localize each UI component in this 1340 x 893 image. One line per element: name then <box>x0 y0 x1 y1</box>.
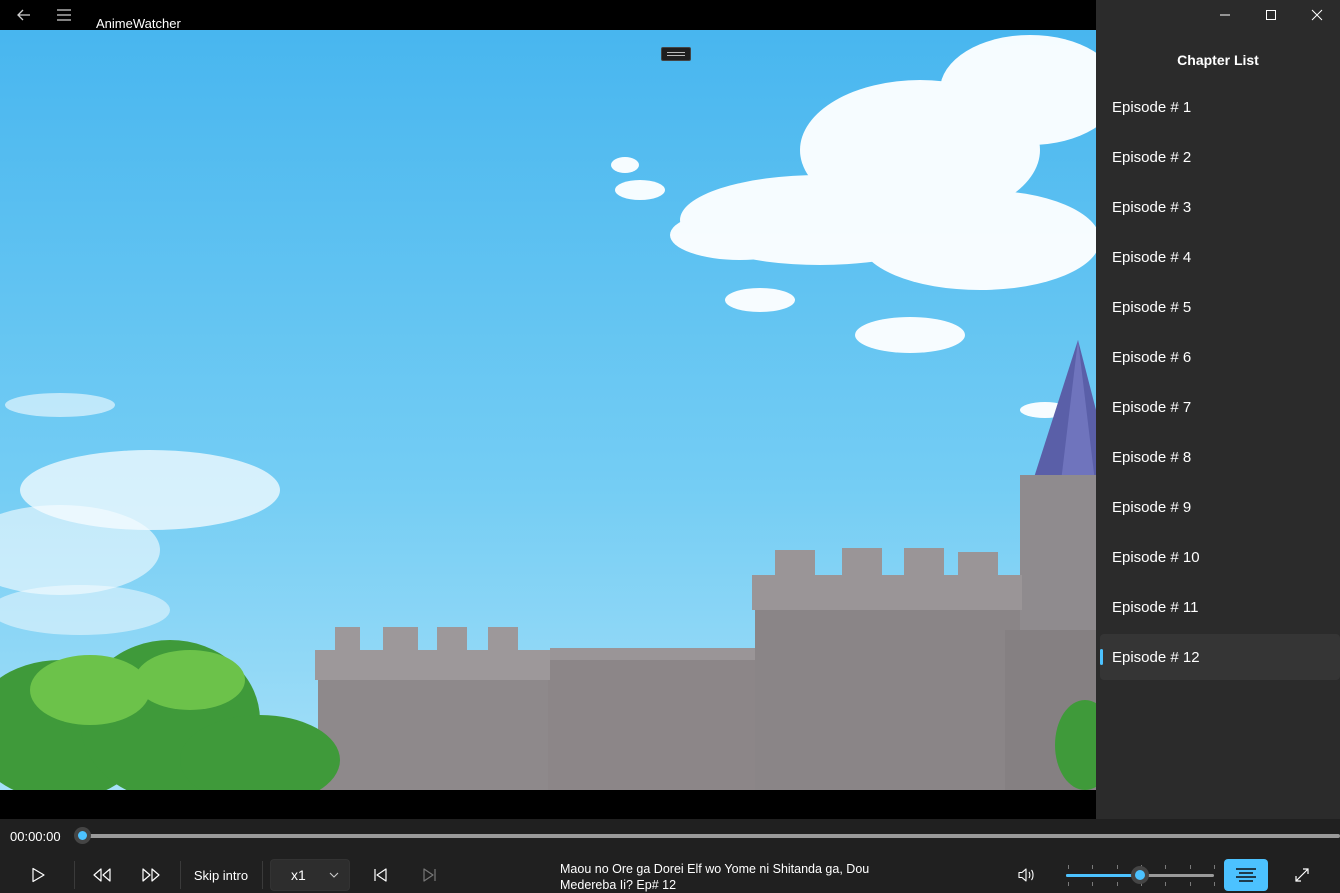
video-frame-image <box>0 30 1096 790</box>
seek-thumb[interactable] <box>74 827 91 844</box>
volume-tick <box>1068 882 1069 886</box>
app-title: AnimeWatcher <box>96 16 181 31</box>
drag-handle[interactable] <box>661 47 691 61</box>
skip-previous-icon <box>374 868 387 882</box>
chapter-list-panel: Chapter List Episode # 1 Episode # 2 Episo… <box>1096 0 1340 819</box>
now-playing-line-2: Medereba Ii? Ep# 12 <box>560 878 677 892</box>
current-time: 00:00:00 <box>10 829 61 844</box>
minimize-button[interactable] <box>1202 0 1248 30</box>
now-playing-line-1: Maou no Ore ga Dorei Elf wo Yome ni Shit… <box>560 862 870 876</box>
fast-forward-button[interactable] <box>133 857 169 893</box>
separator <box>74 861 75 889</box>
volume-tick <box>1116 882 1118 886</box>
volume-tick <box>1189 882 1191 886</box>
maximize-icon <box>1266 10 1276 20</box>
episode-item[interactable]: Episode # 11 <box>1100 584 1340 630</box>
episode-item[interactable]: Episode # 5 <box>1100 284 1340 330</box>
chapter-list-toggle-button[interactable] <box>1224 859 1268 891</box>
episode-item[interactable]: Episode # 8 <box>1100 434 1340 480</box>
play-button[interactable] <box>20 857 56 893</box>
minimize-icon <box>1220 14 1230 16</box>
volume-fill <box>1066 874 1140 877</box>
volume-tick <box>1092 882 1094 886</box>
volume-tick <box>1165 882 1167 886</box>
separator <box>262 861 263 889</box>
title-bar: AnimeWatcher <box>0 0 1096 31</box>
volume-button[interactable] <box>1008 857 1044 893</box>
episode-item[interactable]: Episode # 6 <box>1100 334 1340 380</box>
episode-list: Episode # 1 Episode # 2 Episode # 3 Episode… <box>1100 84 1340 684</box>
episode-item[interactable]: Episode # 2 <box>1100 134 1340 180</box>
play-icon <box>32 867 45 883</box>
back-button[interactable] <box>2 0 46 30</box>
speed-value: x1 <box>291 867 306 883</box>
volume-tick <box>1116 865 1118 869</box>
volume-tick <box>1189 865 1191 869</box>
volume-tick <box>1165 865 1167 869</box>
skip-intro-button[interactable]: Skip intro <box>190 857 252 893</box>
chevron-down-icon <box>319 872 349 878</box>
fullscreen-icon <box>1295 868 1309 882</box>
episode-item[interactable]: Episode # 1 <box>1100 84 1340 130</box>
volume-icon <box>1018 868 1034 882</box>
media-controls: 00:00:00 Skip intro x1 Maou no Ore ga Do… <box>0 819 1340 893</box>
speed-selector[interactable]: x1 <box>270 859 350 891</box>
fast-forward-icon <box>142 868 160 882</box>
close-icon <box>1311 9 1323 21</box>
now-playing-title: Maou no Ore ga Dorei Elf wo Yome ni Shit… <box>560 861 890 893</box>
list-icon <box>1236 868 1256 882</box>
fullscreen-button[interactable] <box>1284 857 1320 893</box>
separator <box>180 861 181 889</box>
rewind-icon <box>93 868 111 882</box>
episode-item[interactable]: Episode # 10 <box>1100 534 1340 580</box>
volume-tick <box>1092 865 1094 869</box>
episode-item[interactable]: Episode # 12 <box>1100 634 1340 680</box>
back-arrow-icon <box>17 9 30 21</box>
app-window: AnimeWatcher Chapter List Episode # 1 Ep… <box>0 0 1340 893</box>
window-controls <box>1202 0 1340 30</box>
volume-tick <box>1068 865 1069 869</box>
maximize-button[interactable] <box>1248 0 1294 30</box>
next-episode-button[interactable] <box>412 857 448 893</box>
previous-episode-button[interactable] <box>362 857 398 893</box>
episode-item[interactable]: Episode # 9 <box>1100 484 1340 530</box>
episode-item[interactable]: Episode # 4 <box>1100 234 1340 280</box>
volume-thumb[interactable] <box>1131 866 1149 884</box>
close-button[interactable] <box>1294 0 1340 30</box>
video-surface[interactable] <box>0 30 1096 790</box>
volume-tick <box>1213 865 1215 869</box>
episode-item[interactable]: Episode # 3 <box>1100 184 1340 230</box>
volume-tick <box>1213 882 1215 886</box>
episode-item[interactable]: Episode # 7 <box>1100 384 1340 430</box>
chapter-list-title: Chapter List <box>1177 52 1259 68</box>
rewind-button[interactable] <box>84 857 120 893</box>
seek-bar[interactable] <box>82 834 1340 838</box>
video-letterbox <box>0 790 1096 819</box>
hamburger-menu-icon <box>57 9 71 21</box>
menu-button[interactable] <box>42 0 86 30</box>
skip-next-icon <box>423 868 436 882</box>
